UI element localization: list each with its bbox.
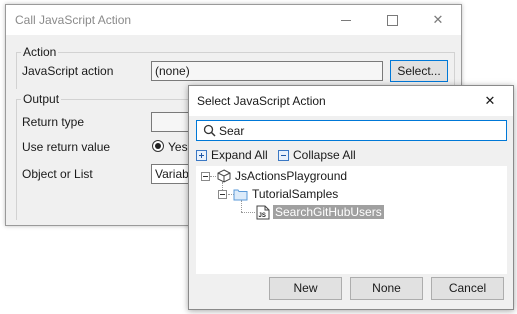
search-icon [203, 124, 216, 137]
new-button[interactable]: New [269, 277, 342, 300]
maximize-button[interactable] [369, 5, 415, 35]
title-bar: Call JavaScript Action ✕ [6, 5, 461, 35]
tree-node-action-label: SearchGitHubUsers [273, 205, 384, 219]
expand-all-button[interactable]: Expand All [196, 146, 268, 164]
close-button[interactable]: ✕ [415, 5, 461, 35]
javascript-action-field: (none) [151, 61, 383, 81]
minimize-button[interactable] [323, 5, 369, 35]
select-javascript-action-dialog: Select JavaScript Action ✕ Expand All Co… [188, 85, 514, 310]
tree-node-module[interactable]: JsActionsPlayground [201, 168, 347, 184]
return-type-label: Return type [22, 115, 85, 129]
dialog-title: Call JavaScript Action [15, 13, 132, 27]
tree-node-action[interactable]: JS SearchGitHubUsers [256, 204, 384, 220]
search-box[interactable] [196, 120, 507, 141]
javascript-action-label: JavaScript action [22, 64, 114, 78]
object-or-list-label: Object or List [22, 167, 93, 181]
collapse-node-icon[interactable] [218, 189, 227, 199]
collapse-all-button[interactable]: Collapse All [278, 146, 356, 164]
select-dialog-title-bar: Select JavaScript Action ✕ [189, 86, 513, 116]
javascript-file-icon: JS [256, 205, 270, 219]
action-tree[interactable]: JsActionsPlayground TutorialSamples JS S… [196, 166, 507, 274]
select-dialog-title: Select JavaScript Action [197, 94, 326, 108]
expand-all-icon [196, 149, 207, 161]
output-group-title: Output [21, 92, 62, 106]
use-return-value-yes-radio[interactable] [152, 140, 164, 152]
use-return-value-label: Use return value [22, 140, 111, 154]
folder-icon [233, 189, 248, 200]
search-input[interactable] [219, 122, 499, 139]
close-icon: ✕ [484, 93, 496, 108]
collapse-all-label: Collapse All [293, 148, 356, 162]
tree-node-module-label: JsActionsPlayground [235, 169, 348, 183]
expand-all-label: Expand All [211, 148, 268, 162]
select-dialog-close-button[interactable]: ✕ [467, 86, 513, 116]
select-button[interactable]: Select... [390, 60, 448, 82]
maximize-icon [386, 15, 398, 27]
use-return-value-yes-label: Yes [168, 140, 188, 154]
tree-node-folder[interactable]: TutorialSamples [218, 186, 338, 202]
cancel-button[interactable]: Cancel [431, 277, 504, 300]
module-box-icon [217, 169, 231, 183]
close-icon: ✕ [432, 12, 444, 27]
tree-node-folder-label: TutorialSamples [252, 187, 339, 201]
none-button[interactable]: None [350, 277, 423, 300]
action-group-title: Action [21, 45, 59, 59]
collapse-all-icon [278, 149, 289, 161]
collapse-node-icon[interactable] [201, 171, 210, 181]
svg-text:JS: JS [259, 213, 266, 219]
minimize-icon [341, 20, 351, 22]
tree-connector [241, 212, 255, 213]
